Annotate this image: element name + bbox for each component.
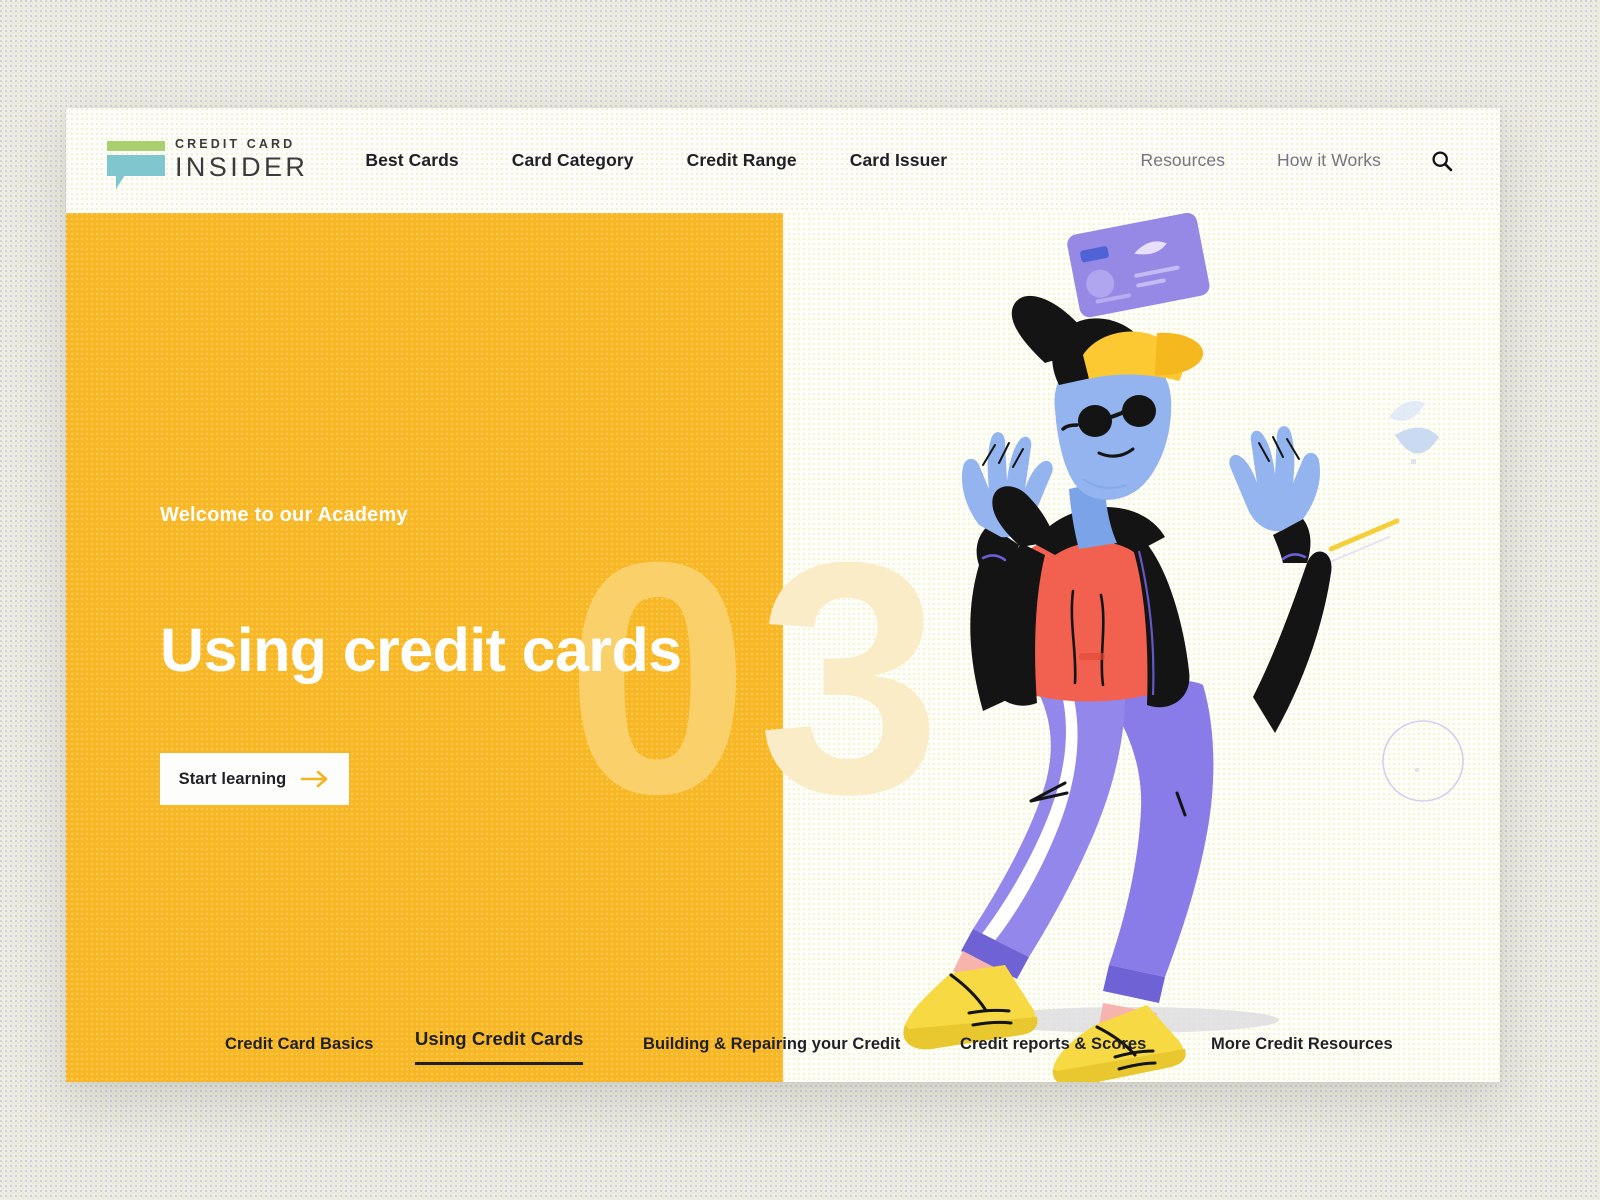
hero-right-panel <box>783 213 1500 1082</box>
tab-credit-card-basics[interactable]: Credit Card Basics <box>225 1035 374 1054</box>
site-page-card: CREDIT CARD INSIDER Best Cards Card Cate… <box>66 108 1500 1082</box>
primary-nav: Best Cards Card Category Credit Range Ca… <box>365 150 1000 171</box>
brand-logo-text: CREDIT CARD INSIDER <box>175 138 308 181</box>
nav-item-how-it-works[interactable]: How it Works <box>1277 150 1381 171</box>
hero-headline: Using credit cards <box>160 616 682 684</box>
brand-logo[interactable]: CREDIT CARD INSIDER <box>107 137 308 189</box>
hero-kicker: Welcome to our Academy <box>160 504 408 526</box>
brand-logo-top-line: CREDIT CARD <box>175 137 296 152</box>
nav-item-credit-range[interactable]: Credit Range <box>687 150 797 171</box>
start-learning-button[interactable]: Start learning <box>160 753 349 805</box>
nav-item-card-issuer[interactable]: Card Issuer <box>850 150 947 171</box>
logo-teal-bubble <box>107 154 165 176</box>
brand-logo-bottom-line: INSIDER <box>175 151 309 182</box>
logo-green-bar <box>107 140 165 151</box>
site-header: CREDIT CARD INSIDER Best Cards Card Cate… <box>66 108 1500 213</box>
tab-credit-reports-scores[interactable]: Credit reports & Scores <box>960 1035 1146 1054</box>
tab-more-credit-resources[interactable]: More Credit Resources <box>1211 1035 1393 1054</box>
nav-item-card-category[interactable]: Card Category <box>512 150 634 171</box>
arrow-right-icon <box>300 770 330 788</box>
nav-item-best-cards[interactable]: Best Cards <box>365 150 458 171</box>
nav-item-resources[interactable]: Resources <box>1141 150 1226 171</box>
start-learning-label: Start learning <box>178 769 287 788</box>
secondary-nav: Resources How it Works <box>1089 148 1456 174</box>
search-icon[interactable] <box>1429 148 1455 174</box>
tab-using-credit-cards[interactable]: Using Credit Cards <box>415 1028 584 1065</box>
speech-bubble-logo-icon <box>107 137 165 189</box>
tab-building-repairing-your-credit[interactable]: Building & Repairing your Credit <box>643 1035 900 1054</box>
logo-bubble-tail <box>116 174 125 189</box>
hero-section: 0 3 Welcome to our Academy Using credit … <box>66 213 1500 1082</box>
